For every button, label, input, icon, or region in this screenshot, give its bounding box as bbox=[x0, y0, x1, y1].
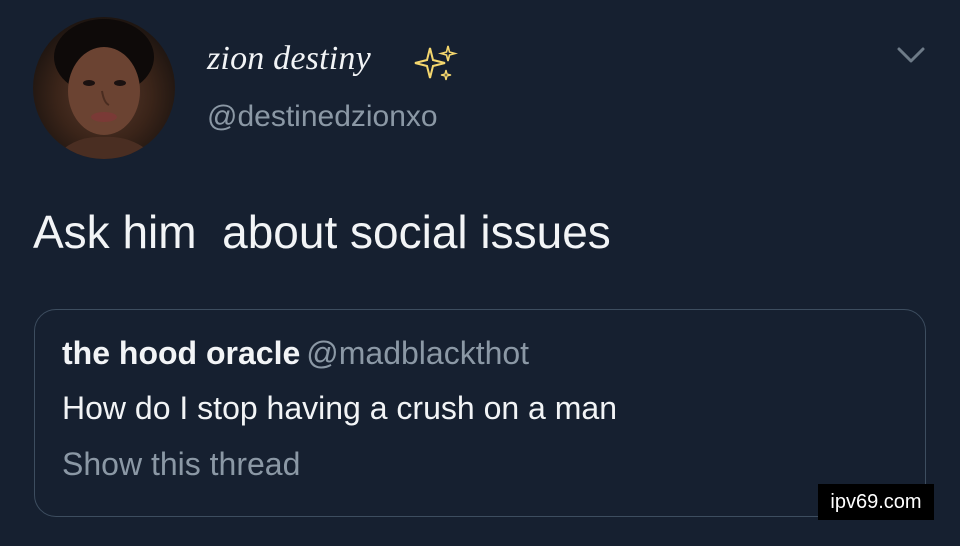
avatar-photo-icon bbox=[53, 19, 157, 159]
quoted-display-name[interactable]: the hood oracle bbox=[62, 335, 300, 371]
tweet-card: zion destiny @destinedzionxo Ask him abo… bbox=[0, 0, 960, 546]
quoted-tweet[interactable]: the hood oracle @madblackthot How do I st… bbox=[34, 309, 926, 517]
tweet-text: Ask him about social issues bbox=[33, 206, 611, 258]
quoted-tweet-header: the hood oracle @madblackthot bbox=[62, 335, 529, 372]
show-thread-link[interactable]: Show this thread bbox=[62, 446, 300, 483]
chevron-down-icon[interactable] bbox=[896, 44, 926, 66]
quoted-handle[interactable]: @madblackthot bbox=[306, 335, 529, 371]
handle[interactable]: @destinedzionxo bbox=[207, 100, 438, 134]
quoted-tweet-text: How do I stop having a crush on a man bbox=[62, 390, 617, 426]
display-name[interactable]: zion destiny bbox=[207, 40, 371, 78]
sparkles-icon bbox=[414, 45, 458, 81]
watermark: ipv69.com bbox=[818, 484, 934, 520]
avatar[interactable] bbox=[33, 17, 175, 159]
